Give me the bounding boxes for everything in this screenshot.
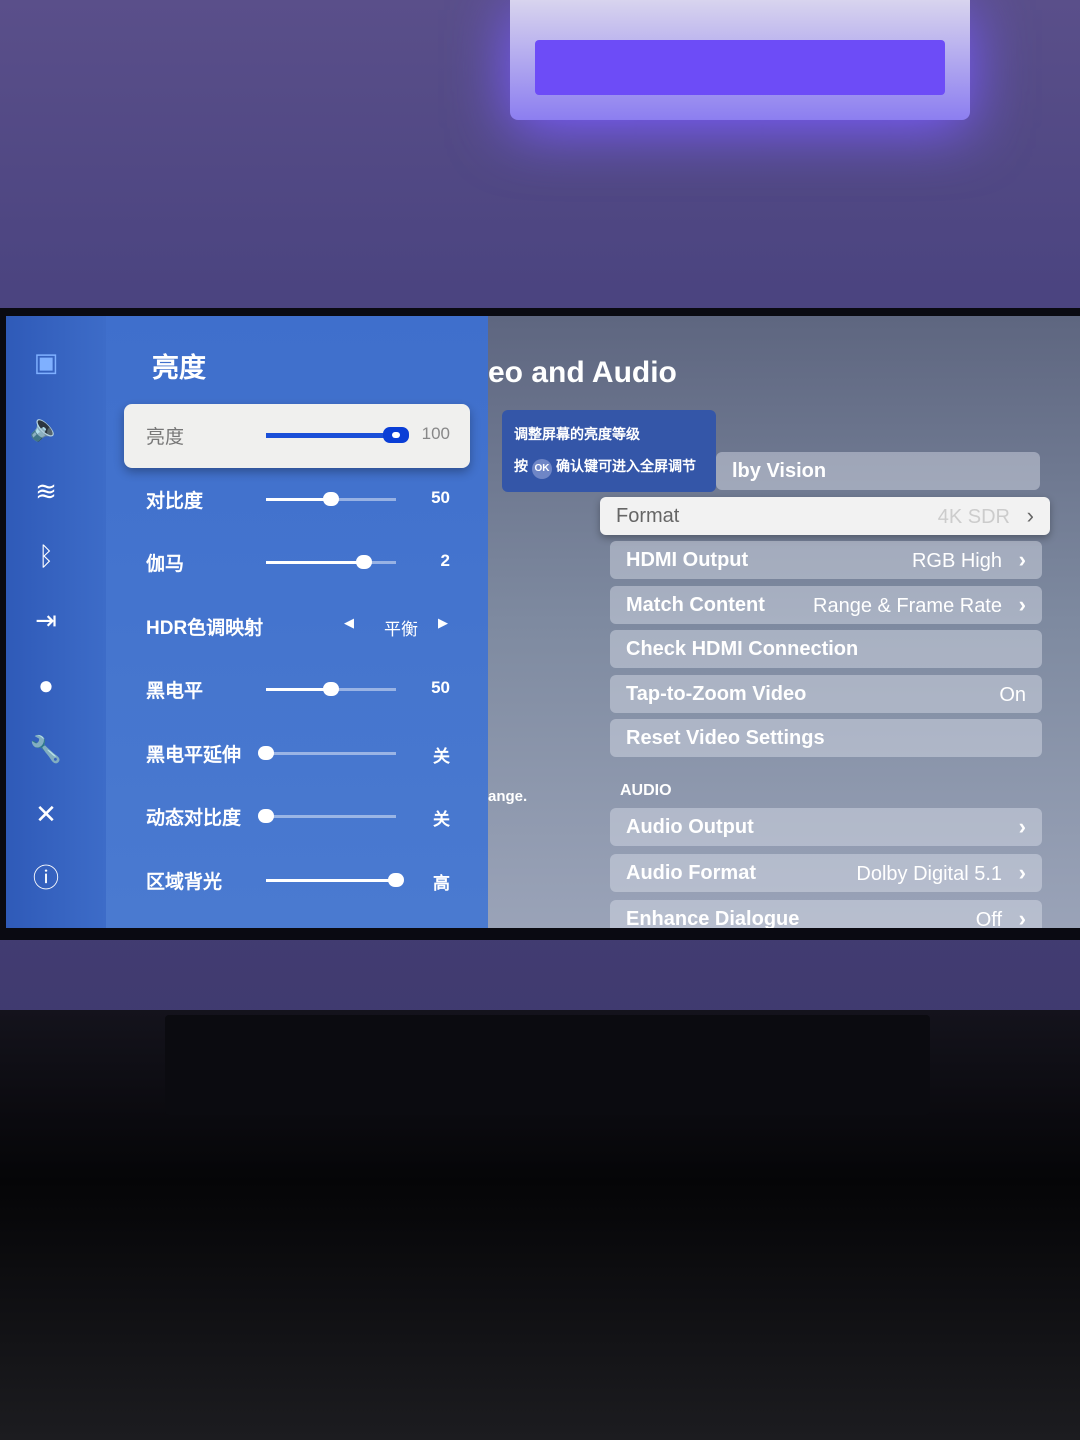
menu-item[interactable]: lby Vision bbox=[716, 452, 1040, 490]
slider[interactable] bbox=[258, 745, 396, 760]
slider[interactable] bbox=[266, 427, 409, 443]
item-value: Off bbox=[975, 909, 1002, 928]
item-label: Reset Video Settings bbox=[626, 727, 825, 749]
menu-item[interactable]: Tap-to-Zoom Video On bbox=[610, 674, 1042, 713]
row-value: 50 bbox=[431, 487, 450, 507]
tools-icon[interactable]: ✕ bbox=[26, 794, 66, 834]
info-icon[interactable]: ⓘ bbox=[26, 858, 66, 898]
wrench-icon[interactable]: 🔧 bbox=[26, 729, 66, 769]
tooltip: 调整屏幕的亮度等级 按 OK 确认键可进入全屏调节 bbox=[502, 410, 716, 492]
page-title: eo and Audio bbox=[488, 356, 677, 389]
slider-knob[interactable] bbox=[383, 427, 409, 443]
menu-item[interactable]: Format 4K SDR › bbox=[600, 496, 1050, 535]
slider-knob[interactable] bbox=[258, 745, 274, 760]
slider[interactable] bbox=[258, 809, 396, 823]
row-value: 2 bbox=[440, 551, 450, 570]
row-value: 高 bbox=[433, 873, 450, 893]
item-label: Audio Output bbox=[626, 816, 754, 838]
setting-row[interactable]: 黑电平 50 bbox=[124, 658, 470, 722]
menu-item[interactable]: HDMI Output RGB High › bbox=[610, 541, 1042, 579]
ok-icon: OK bbox=[532, 459, 552, 479]
arrow-left-icon[interactable]: ◀ bbox=[344, 615, 354, 631]
item-value: Range & Frame Rate bbox=[813, 594, 1002, 617]
setting-row[interactable]: 亮度 100 bbox=[124, 404, 470, 468]
menu-item[interactable]: Match Content Range & Frame Rate › bbox=[610, 585, 1042, 624]
setting-row[interactable]: 动态对比度 关 bbox=[124, 785, 470, 849]
row-label: 亮度 bbox=[146, 427, 185, 448]
setting-row[interactable]: 区域背光 高 bbox=[124, 849, 470, 913]
row-value: 平衡 bbox=[384, 619, 418, 639]
item-value: Dolby Digital 5.1 bbox=[856, 863, 1002, 885]
sound-icon[interactable]: 🔈 bbox=[26, 407, 66, 447]
arrow-right-icon[interactable]: ▶ bbox=[438, 615, 448, 631]
item-label: HDMI Output bbox=[626, 549, 749, 571]
item-value: 4K SDR bbox=[937, 505, 1010, 528]
chevron-right-icon: › bbox=[1018, 906, 1026, 928]
slider-knob[interactable] bbox=[388, 872, 404, 887]
slider[interactable] bbox=[266, 555, 396, 569]
menu-item[interactable]: Audio Output › bbox=[610, 808, 1042, 846]
chevron-right-icon: › bbox=[1018, 814, 1026, 839]
chevron-right-icon: › bbox=[1026, 502, 1034, 528]
setting-row[interactable]: 伽马 2 bbox=[124, 531, 470, 595]
setting-row[interactable]: 黑电平延伸 关 bbox=[124, 722, 470, 786]
description-fragment: ange. bbox=[488, 788, 528, 805]
slider-knob[interactable] bbox=[323, 682, 339, 696]
menu-item[interactable]: Audio Format Dolby Digital 5.1 › bbox=[610, 854, 1042, 892]
row-label: 黑电平延伸 bbox=[146, 744, 242, 766]
row-label: 伽马 bbox=[146, 554, 185, 575]
tooltip-press: 按 bbox=[514, 458, 528, 474]
row-label: 区域背光 bbox=[146, 871, 223, 893]
item-label: Match Content bbox=[626, 593, 765, 616]
soundbar bbox=[165, 1015, 930, 1115]
slider-knob[interactable] bbox=[258, 809, 274, 823]
item-label: Check HDMI Connection bbox=[626, 638, 859, 660]
tooltip-line2: 确认键可进入全屏调节 bbox=[556, 458, 696, 474]
tv: eo and Audio ange. lby Vision Format 4K SD… bbox=[0, 308, 1080, 940]
menu-item[interactable]: Check HDMI Connection bbox=[610, 630, 1042, 668]
item-label: Enhance Dialogue bbox=[626, 908, 800, 928]
chevron-right-icon: › bbox=[1018, 860, 1026, 885]
setting-row[interactable]: HDR色调映射 ◀ ▶ 平衡 bbox=[124, 595, 470, 659]
row-value: 100 bbox=[421, 424, 450, 443]
row-value: 关 bbox=[433, 810, 450, 829]
wifi-icon[interactable]: ≋ bbox=[26, 471, 66, 511]
item-label: Tap-to-Zoom Video bbox=[626, 682, 807, 705]
chevron-right-icon: › bbox=[1018, 547, 1026, 572]
brightness-panel: 亮度 亮度 100 对比度 50 伽马 2 HDR色调映射 ◀ ▶ 平衡 黑电平 50 黑电平延伸关动态… bbox=[106, 316, 488, 928]
slider[interactable] bbox=[266, 872, 404, 887]
ai-icon[interactable]: ● bbox=[26, 665, 66, 705]
tv-screen: eo and Audio ange. lby Vision Format 4K SD… bbox=[6, 316, 1080, 928]
chevron-right-icon: › bbox=[1018, 591, 1026, 617]
air-conditioner bbox=[510, 0, 970, 120]
audio-section-label: AUDIO bbox=[620, 782, 672, 799]
item-label: Format bbox=[616, 504, 680, 527]
row-label: HDR色调映射 bbox=[146, 617, 264, 639]
bluetooth-icon[interactable]: ᛒ bbox=[26, 536, 66, 576]
menu-item[interactable]: Reset Video Settings bbox=[610, 719, 1042, 757]
slider-knob[interactable] bbox=[323, 491, 339, 506]
item-label: lby Vision bbox=[732, 460, 827, 482]
row-value: 50 bbox=[431, 678, 450, 697]
row-label: 动态对比度 bbox=[146, 808, 242, 829]
menu-item[interactable]: Enhance Dialogue Off › bbox=[610, 900, 1042, 928]
item-label: Audio Format bbox=[626, 862, 756, 884]
panel-title: 亮度 bbox=[152, 353, 206, 383]
setting-row[interactable]: 对比度 50 bbox=[124, 468, 470, 532]
row-label: 黑电平 bbox=[146, 681, 204, 702]
item-value: RGB High bbox=[911, 550, 1002, 572]
slider-knob[interactable] bbox=[355, 555, 372, 569]
input-icon[interactable]: ⇥ bbox=[26, 600, 66, 640]
slider[interactable] bbox=[266, 682, 396, 696]
sidebar: ▣ 🔈 ≋ ᛒ ⇥ ● 🔧 ✕ ⓘ bbox=[6, 316, 106, 928]
picture-icon[interactable]: ▣ bbox=[26, 342, 66, 382]
item-value: On bbox=[999, 683, 1026, 706]
tooltip-line1: 调整屏幕的亮度等级 bbox=[514, 426, 640, 442]
slider[interactable] bbox=[266, 491, 396, 506]
row-value: 关 bbox=[433, 746, 450, 766]
row-label: 对比度 bbox=[146, 490, 204, 512]
